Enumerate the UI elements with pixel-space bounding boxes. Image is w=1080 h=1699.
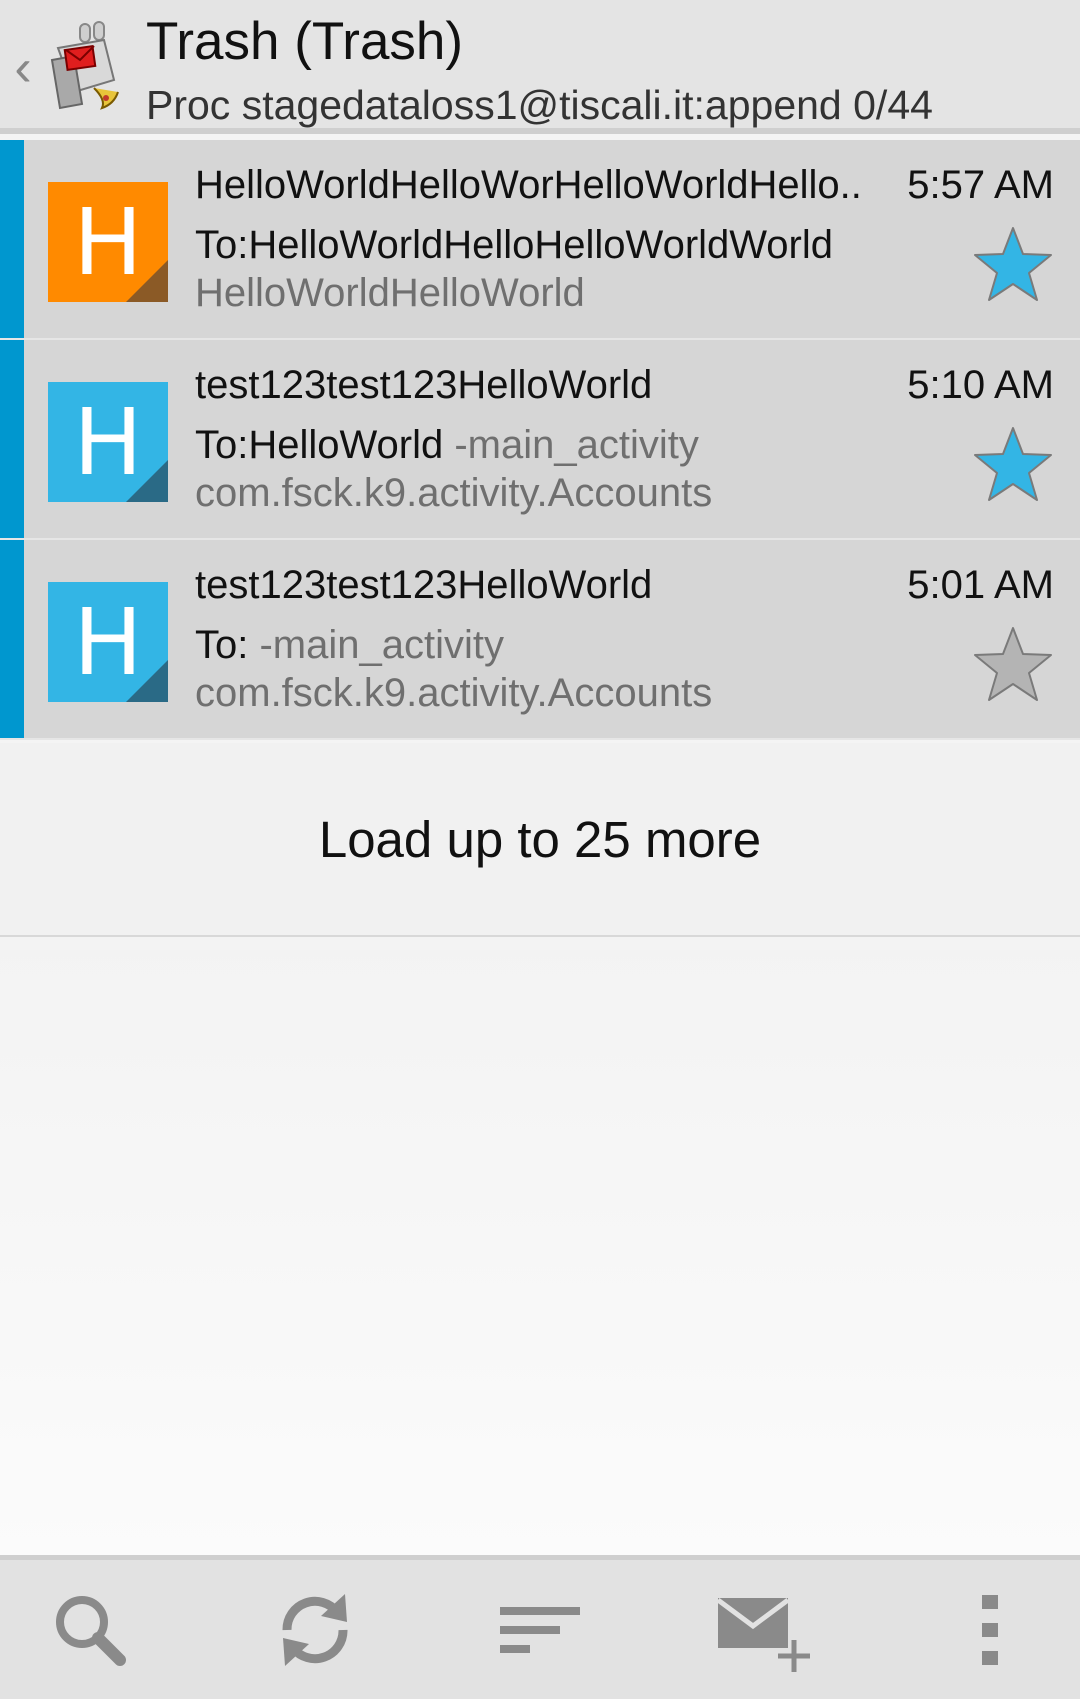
selection-indicator <box>0 340 24 538</box>
recipient-line: To: -main_activity <box>195 620 955 670</box>
message-list: H HelloWorldHelloWorHelloWorldHello.. 5:… <box>0 140 1080 740</box>
avatar-fold <box>126 660 168 702</box>
star-icon[interactable] <box>972 625 1054 703</box>
recipient: To:HelloWorldHelloHelloWorldWorld <box>195 223 834 267</box>
selection-indicator <box>0 140 24 338</box>
recipient-line: To:HelloWorld -main_activity <box>195 420 955 470</box>
folder-title: Trash (Trash) <box>146 12 464 71</box>
search-icon[interactable] <box>40 1580 140 1680</box>
sender-avatar[interactable]: H <box>48 382 168 502</box>
star-icon[interactable] <box>972 425 1054 503</box>
empty-list-area <box>0 937 1080 1557</box>
avatar-fold <box>126 260 168 302</box>
message-time: 5:57 AM <box>907 163 1054 207</box>
recipient: To:HelloWorld <box>195 423 444 467</box>
star-icon[interactable] <box>972 225 1054 303</box>
message-row[interactable]: H test123test123HelloWorld 5:01 AM To: -… <box>0 540 1080 740</box>
compose-icon[interactable] <box>710 1580 820 1680</box>
sender-avatar[interactable]: H <box>48 582 168 702</box>
preview-text: -main_activity <box>443 423 699 467</box>
preview-text: -main_activity <box>248 623 504 667</box>
bottom-toolbar <box>0 1555 1080 1699</box>
overflow-menu-icon[interactable] <box>940 1580 1040 1680</box>
selection-indicator <box>0 540 24 738</box>
avatar-fold <box>126 460 168 502</box>
preview-line: HelloWorldHelloWorld <box>195 271 585 315</box>
preview-line: com.fsck.k9.activity.Accounts <box>195 671 713 715</box>
action-bar: ‹ Trash (Trash) Proc stagedataloss1@tisc… <box>0 0 1080 134</box>
sender-name: test123test123HelloWorld <box>195 363 653 407</box>
message-row[interactable]: H test123test123HelloWorld 5:10 AM To:He… <box>0 340 1080 540</box>
message-row[interactable]: H HelloWorldHelloWorHelloWorldHello.. 5:… <box>0 140 1080 340</box>
preview-line: com.fsck.k9.activity.Accounts <box>195 471 713 515</box>
sender-name: HelloWorldHelloWorHelloWorldHello.. <box>195 163 862 207</box>
back-chevron-icon[interactable]: ‹ <box>8 38 38 98</box>
sender-name: test123test123HelloWorld <box>195 563 653 607</box>
sort-icon[interactable] <box>490 1580 590 1680</box>
recipient: To: <box>195 623 249 667</box>
message-time: 5:01 AM <box>907 563 1054 607</box>
sync-status-subtitle: Proc stagedataloss1@tiscali.it:append 0/… <box>146 82 933 128</box>
message-time: 5:10 AM <box>907 363 1054 407</box>
k9-mail-dog-icon[interactable] <box>44 18 126 114</box>
recipient-line: To:HelloWorldHelloHelloWorldWorld <box>195 220 955 270</box>
sender-avatar[interactable]: H <box>48 182 168 302</box>
refresh-icon[interactable] <box>265 1580 365 1680</box>
load-more-button[interactable]: Load up to 25 more <box>0 743 1080 937</box>
